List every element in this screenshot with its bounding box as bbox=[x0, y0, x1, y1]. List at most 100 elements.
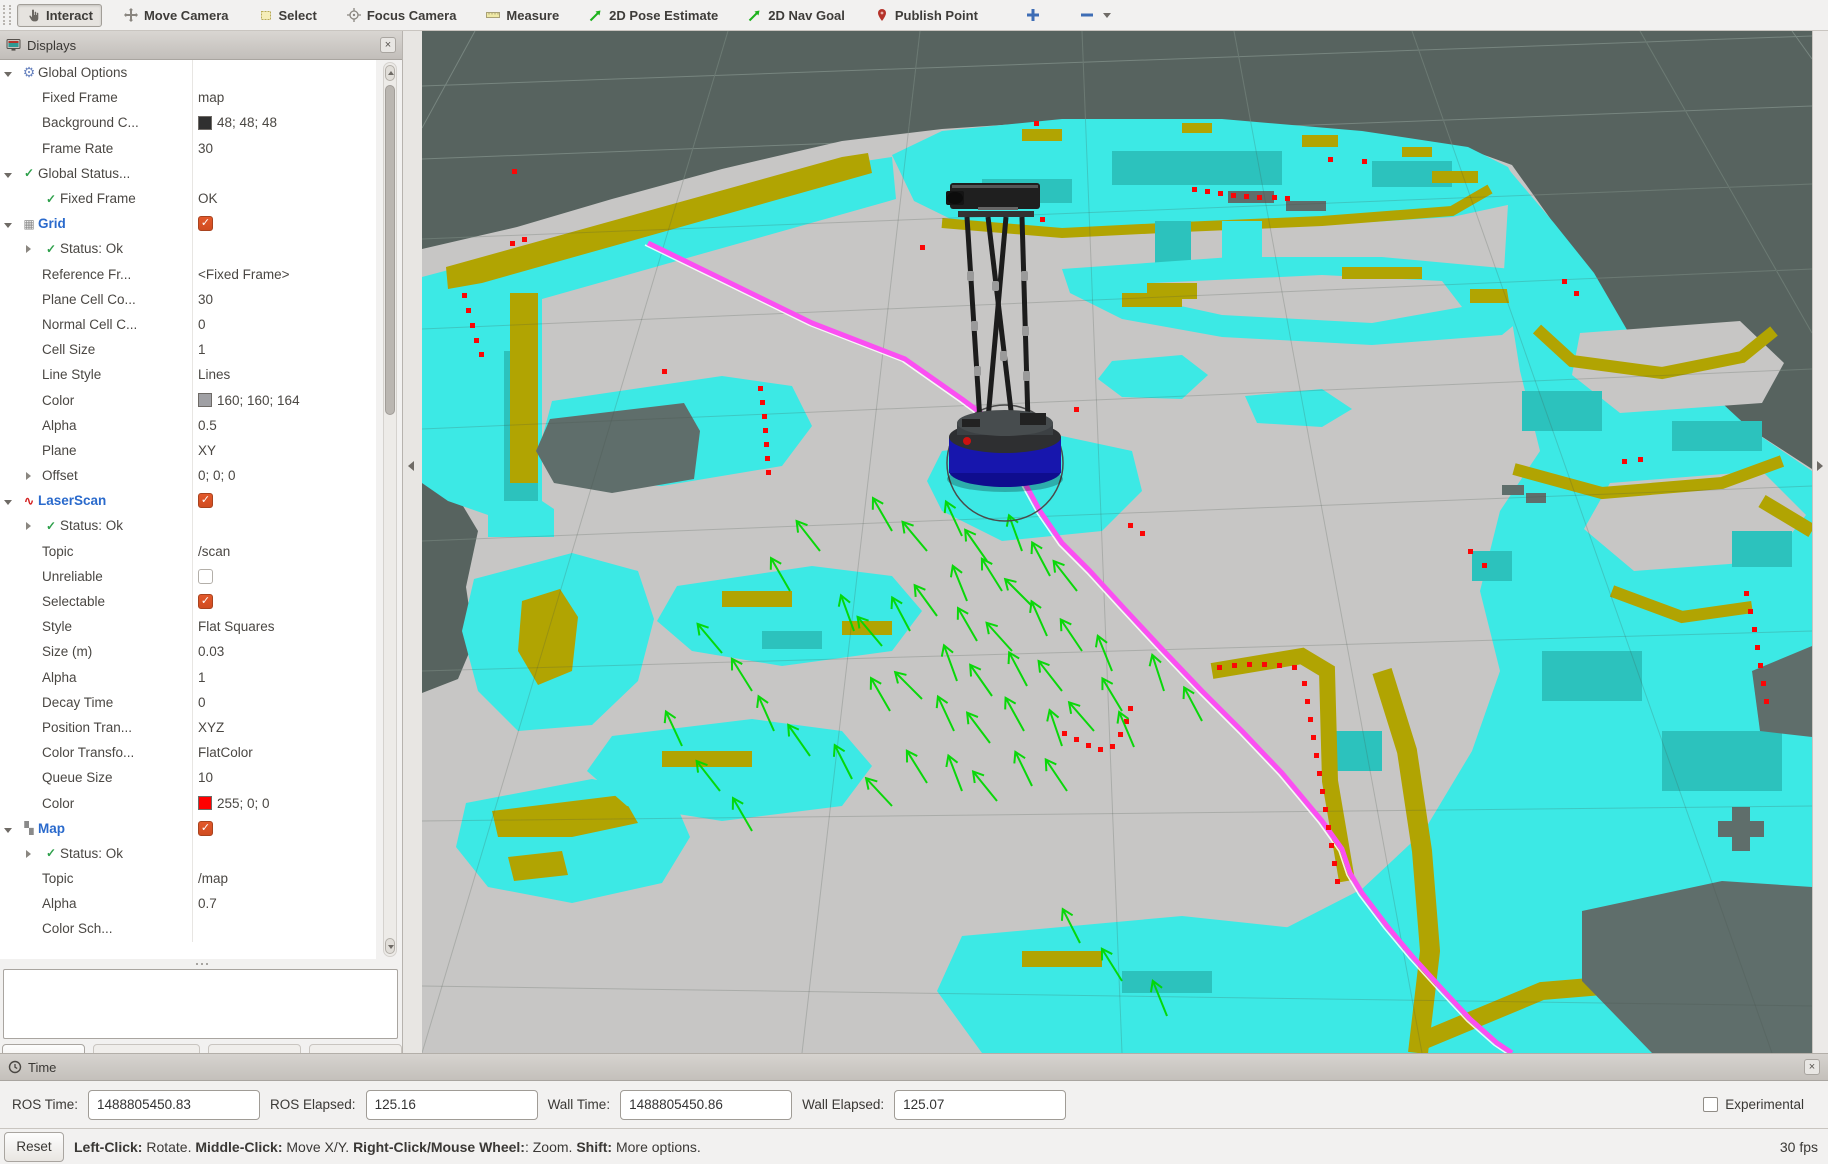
3d-viewport[interactable] bbox=[422, 31, 1812, 1053]
toolbar-drag-handle[interactable] bbox=[3, 5, 11, 25]
tree-row[interactable]: Normal Cell C...0 bbox=[0, 312, 376, 337]
plus-icon bbox=[1026, 8, 1040, 22]
tree-scrollbar[interactable] bbox=[383, 62, 397, 957]
pose-estimate-arrow-icon bbox=[589, 8, 603, 22]
tree-row[interactable]: ∿LaserScan✓ bbox=[0, 488, 376, 513]
expander-icon[interactable] bbox=[4, 493, 20, 508]
display-enabled-checkbox[interactable]: ✓ bbox=[198, 493, 213, 508]
scroll-down-icon[interactable] bbox=[385, 938, 395, 954]
tree-row[interactable]: Color Transfo...FlatColor bbox=[0, 740, 376, 765]
toolbar-button-select[interactable]: Select bbox=[251, 5, 325, 26]
time-panel-header[interactable]: Time × bbox=[0, 1054, 1828, 1081]
right-dock-edge[interactable] bbox=[1812, 31, 1828, 1053]
tree-row[interactable]: Background C...48; 48; 48 bbox=[0, 110, 376, 135]
experimental-checkbox[interactable] bbox=[1703, 1097, 1718, 1112]
property-label: Grid bbox=[38, 216, 66, 231]
display-enabled-checkbox[interactable]: ✓ bbox=[198, 216, 213, 231]
tree-row[interactable]: Offset0; 0; 0 bbox=[0, 463, 376, 488]
wall-time-input[interactable] bbox=[620, 1090, 792, 1120]
toolbar-button-2d-nav-goal[interactable]: 2D Nav Goal bbox=[740, 5, 853, 26]
property-label: Style bbox=[42, 619, 72, 634]
tree-row[interactable]: ⚙Global Options bbox=[0, 60, 376, 85]
reset-button[interactable]: Reset bbox=[4, 1132, 64, 1162]
tree-row[interactable]: ▦Grid✓ bbox=[0, 211, 376, 236]
color-swatch bbox=[198, 796, 212, 810]
expander-icon[interactable] bbox=[4, 65, 20, 80]
collapse-right-icon[interactable] bbox=[1817, 461, 1823, 471]
ros-elapsed-input[interactable] bbox=[366, 1090, 538, 1120]
tree-row[interactable]: ✓Fixed FrameOK bbox=[0, 186, 376, 211]
tree-row[interactable]: Selectable✓ bbox=[0, 589, 376, 614]
expander-icon[interactable] bbox=[26, 518, 42, 533]
property-label: Alpha bbox=[42, 896, 77, 911]
toolbar-label: Publish Point bbox=[895, 8, 978, 23]
tree-row[interactable]: ✓Status: Ok bbox=[0, 513, 376, 538]
toolbar-button-publish-point[interactable]: Publish Point bbox=[867, 5, 986, 26]
displays-panel-header[interactable]: Displays × bbox=[0, 31, 402, 60]
toolbar-button-add-tool[interactable] bbox=[1018, 5, 1048, 25]
expander-icon[interactable] bbox=[4, 821, 20, 836]
display-enabled-checkbox[interactable]: ✓ bbox=[198, 594, 213, 609]
tree-row[interactable]: Frame Rate30 bbox=[0, 136, 376, 161]
tree-row[interactable]: Color160; 160; 164 bbox=[0, 387, 376, 412]
expander-icon[interactable] bbox=[26, 846, 42, 861]
expander-icon[interactable] bbox=[4, 166, 20, 181]
display-enabled-checkbox[interactable] bbox=[198, 569, 213, 584]
close-icon[interactable]: × bbox=[1804, 1059, 1820, 1075]
scroll-up-icon[interactable] bbox=[385, 65, 395, 81]
property-value: OK bbox=[198, 191, 218, 206]
property-label: Fixed Frame bbox=[60, 191, 136, 206]
wall-elapsed-input[interactable] bbox=[894, 1090, 1066, 1120]
property-value: 1 bbox=[198, 342, 206, 357]
collapse-left-icon[interactable] bbox=[408, 461, 414, 471]
expander-icon[interactable] bbox=[4, 216, 20, 231]
tree-row[interactable]: Position Tran...XYZ bbox=[0, 715, 376, 740]
expander-icon[interactable] bbox=[26, 241, 42, 256]
display-enabled-checkbox[interactable]: ✓ bbox=[198, 821, 213, 836]
toolbar-button-move-camera[interactable]: Move Camera bbox=[116, 5, 237, 26]
wall-elapsed-label: Wall Elapsed: bbox=[802, 1097, 884, 1112]
tree-splitter-handle[interactable] bbox=[0, 959, 403, 968]
tree-row[interactable]: ✓Global Status... bbox=[0, 161, 376, 186]
tree-row[interactable]: Alpha0.5 bbox=[0, 413, 376, 438]
scrollbar-thumb[interactable] bbox=[385, 85, 395, 415]
tree-row[interactable]: Reference Fr...<Fixed Frame> bbox=[0, 262, 376, 287]
tree-row[interactable]: Unreliable bbox=[0, 564, 376, 589]
tree-row[interactable]: Cell Size1 bbox=[0, 337, 376, 362]
toolbar-button-2d-pose-estimate[interactable]: 2D Pose Estimate bbox=[581, 5, 726, 26]
tree-row[interactable]: Alpha0.7 bbox=[0, 891, 376, 916]
toolbar-label: Focus Camera bbox=[367, 8, 457, 23]
tree-row[interactable]: Topic/map bbox=[0, 866, 376, 891]
tree-row[interactable]: Plane Cell Co...30 bbox=[0, 287, 376, 312]
tree-row[interactable]: Line StyleLines bbox=[0, 362, 376, 387]
tree-row[interactable]: ✓Status: Ok bbox=[0, 236, 376, 261]
tree-row[interactable]: Queue Size10 bbox=[0, 765, 376, 790]
tree-row[interactable]: Color Sch... bbox=[0, 916, 376, 941]
tree-row[interactable]: ✓Status: Ok bbox=[0, 841, 376, 866]
toolbar-button-measure[interactable]: Measure bbox=[478, 5, 567, 26]
toolbar-button-focus-camera[interactable]: Focus Camera bbox=[339, 5, 465, 26]
property-label: Offset bbox=[42, 468, 78, 483]
tree-row[interactable]: Color255; 0; 0 bbox=[0, 790, 376, 815]
tree-row[interactable]: Alpha1 bbox=[0, 665, 376, 690]
property-label: Frame Rate bbox=[42, 141, 113, 156]
toolbar-button-remove-tool[interactable] bbox=[1072, 5, 1119, 25]
close-icon[interactable]: × bbox=[380, 37, 396, 53]
tree-row[interactable]: Topic/scan bbox=[0, 539, 376, 564]
time-fields-row: ROS Time: ROS Elapsed: Wall Time: Wall E… bbox=[0, 1081, 1828, 1128]
toolbar-button-interact[interactable]: Interact bbox=[17, 4, 102, 27]
tree-row[interactable]: Decay Time0 bbox=[0, 690, 376, 715]
tree-row[interactable]: Fixed Framemap bbox=[0, 85, 376, 110]
displays-tree[interactable]: ⚙Global OptionsFixed FramemapBackground … bbox=[0, 60, 376, 959]
tree-row[interactable]: PlaneXY bbox=[0, 438, 376, 463]
toolbar-label: 2D Pose Estimate bbox=[609, 8, 718, 23]
panel-splitter[interactable] bbox=[403, 31, 422, 1053]
expander-icon[interactable] bbox=[26, 468, 42, 483]
tree-row[interactable]: ▚Map✓ bbox=[0, 816, 376, 841]
tree-row[interactable]: Size (m)0.03 bbox=[0, 639, 376, 664]
property-label: Topic bbox=[42, 544, 74, 559]
property-label: Alpha bbox=[42, 418, 77, 433]
ros-time-input[interactable] bbox=[88, 1090, 260, 1120]
property-label: Decay Time bbox=[42, 695, 113, 710]
tree-row[interactable]: StyleFlat Squares bbox=[0, 614, 376, 639]
